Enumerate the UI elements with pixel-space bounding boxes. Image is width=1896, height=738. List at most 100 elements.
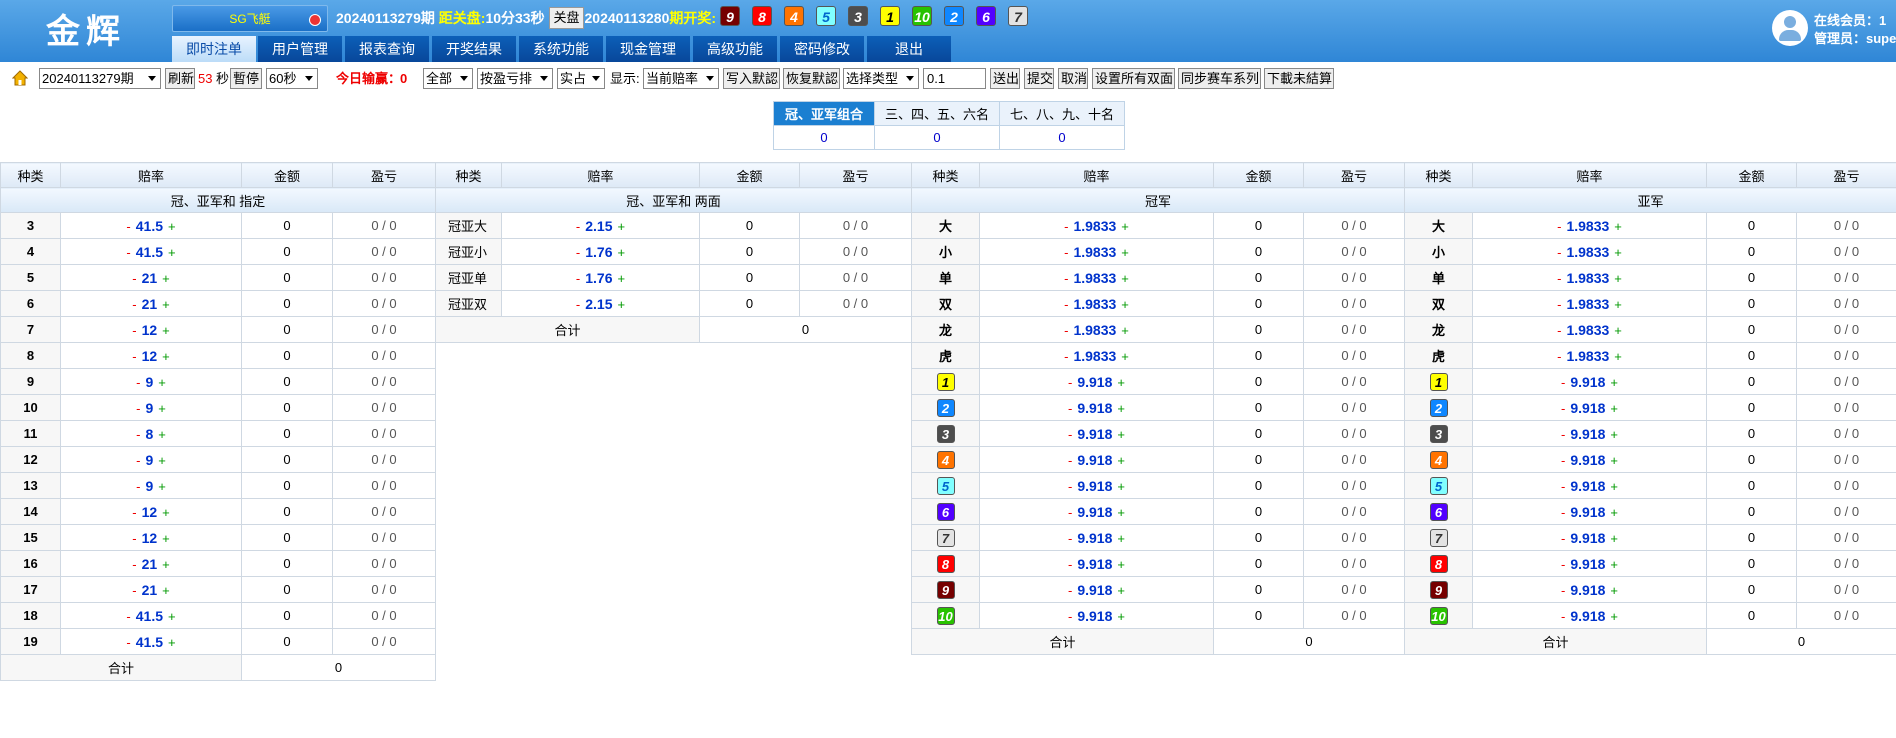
period-select[interactable]: 20240113279期 xyxy=(39,68,161,89)
increase-odds-button[interactable]: + xyxy=(168,635,176,650)
odds-value[interactable]: 9.918 xyxy=(1570,530,1605,546)
tab-logout[interactable]: 退出 xyxy=(867,36,951,62)
odds-value[interactable]: 9.918 xyxy=(1077,400,1112,416)
odds-value[interactable]: 9.918 xyxy=(1570,452,1605,468)
odds-value[interactable]: 9.918 xyxy=(1570,374,1605,390)
odds-value[interactable]: 21 xyxy=(142,582,158,598)
tab-draw-results[interactable]: 开奖结果 xyxy=(432,36,516,62)
decrease-odds-button[interactable]: - xyxy=(126,245,130,260)
decrease-odds-button[interactable]: - xyxy=(1561,583,1565,598)
set-all-two-sides-button[interactable]: 设置所有双面 xyxy=(1092,68,1175,89)
tab-cash[interactable]: 现金管理 xyxy=(606,36,690,62)
pause-button[interactable]: 暫停 xyxy=(230,68,262,89)
sort-select[interactable]: 按盈亏排 xyxy=(477,68,553,89)
odds-value[interactable]: 9.918 xyxy=(1077,530,1112,546)
increase-odds-button[interactable]: + xyxy=(168,219,176,234)
odds-value[interactable]: 1.9833 xyxy=(1566,270,1609,286)
increase-odds-button[interactable]: + xyxy=(1121,271,1129,286)
odds-value[interactable]: 9.918 xyxy=(1570,582,1605,598)
increase-odds-button[interactable]: + xyxy=(1117,557,1125,572)
odds-value[interactable]: 1.9833 xyxy=(1073,322,1116,338)
increase-odds-button[interactable]: + xyxy=(168,609,176,624)
odds-value[interactable]: 9 xyxy=(145,400,153,416)
odds-value[interactable]: 1.9833 xyxy=(1073,244,1116,260)
odds-value[interactable]: 41.5 xyxy=(136,218,163,234)
odds-value[interactable]: 1.9833 xyxy=(1073,270,1116,286)
odds-value[interactable]: 1.9833 xyxy=(1566,296,1609,312)
decrease-odds-button[interactable]: - xyxy=(1064,245,1068,260)
send-button[interactable]: 送出 xyxy=(990,68,1020,89)
decrease-odds-button[interactable]: - xyxy=(576,219,580,234)
odds-value[interactable]: 9.918 xyxy=(1570,608,1605,624)
interval-select[interactable]: 60秒 xyxy=(266,68,318,89)
decrease-odds-button[interactable]: - xyxy=(1064,219,1068,234)
decrease-odds-button[interactable]: - xyxy=(1068,557,1072,572)
increase-odds-button[interactable]: + xyxy=(1121,245,1129,260)
increase-odds-button[interactable]: + xyxy=(1117,609,1125,624)
write-default-button[interactable]: 写入默認 xyxy=(723,68,780,89)
odds-value[interactable]: 9.918 xyxy=(1077,426,1112,442)
odds-value[interactable]: 9.918 xyxy=(1077,504,1112,520)
odds-value[interactable]: 2.15 xyxy=(585,296,612,312)
decrease-odds-button[interactable]: - xyxy=(1068,505,1072,520)
increase-odds-button[interactable]: + xyxy=(162,323,170,338)
odds-value[interactable]: 9.918 xyxy=(1570,478,1605,494)
odds-value[interactable]: 9.918 xyxy=(1077,608,1112,624)
odds-value[interactable]: 1.9833 xyxy=(1566,244,1609,260)
odds-value[interactable]: 41.5 xyxy=(136,608,163,624)
increase-odds-button[interactable]: + xyxy=(1614,323,1622,338)
odds-value[interactable]: 41.5 xyxy=(136,634,163,650)
decrease-odds-button[interactable]: - xyxy=(1068,453,1072,468)
increase-odds-button[interactable]: + xyxy=(1610,375,1618,390)
decrease-odds-button[interactable]: - xyxy=(1561,531,1565,546)
odds-value[interactable]: 21 xyxy=(142,556,158,572)
decrease-odds-button[interactable]: - xyxy=(132,297,136,312)
decrease-odds-button[interactable]: - xyxy=(136,401,140,416)
increase-odds-button[interactable]: + xyxy=(1610,557,1618,572)
odds-value[interactable]: 12 xyxy=(142,530,158,546)
odds-value[interactable]: 1.9833 xyxy=(1073,218,1116,234)
odds-value[interactable]: 41.5 xyxy=(136,244,163,260)
increase-odds-button[interactable]: + xyxy=(1614,271,1622,286)
type-select[interactable]: 选择类型 xyxy=(843,68,919,89)
increase-odds-button[interactable]: + xyxy=(1117,427,1125,442)
decrease-odds-button[interactable]: - xyxy=(576,297,580,312)
increase-odds-button[interactable]: + xyxy=(162,271,170,286)
decrease-odds-button[interactable]: - xyxy=(576,245,580,260)
odds-value[interactable]: 12 xyxy=(142,348,158,364)
tab-seventh-to-tenth[interactable]: 七、八、九、十名 xyxy=(999,101,1125,126)
increase-odds-button[interactable]: + xyxy=(618,245,626,260)
increase-odds-button[interactable]: + xyxy=(162,349,170,364)
sync-racing-button[interactable]: 同步赛车系列 xyxy=(1178,68,1261,89)
decrease-odds-button[interactable]: - xyxy=(1064,271,1068,286)
share-select[interactable]: 实占 xyxy=(557,68,605,89)
decrease-odds-button[interactable]: - xyxy=(132,505,136,520)
increase-odds-button[interactable]: + xyxy=(1610,479,1618,494)
increase-odds-button[interactable]: + xyxy=(158,375,166,390)
decrease-odds-button[interactable]: - xyxy=(1561,609,1565,624)
odds-value[interactable]: 9.918 xyxy=(1077,452,1112,468)
decrease-odds-button[interactable]: - xyxy=(132,271,136,286)
decrease-odds-button[interactable]: - xyxy=(1561,375,1565,390)
increase-odds-button[interactable]: + xyxy=(1610,609,1618,624)
decrease-odds-button[interactable]: - xyxy=(1557,245,1561,260)
odds-value[interactable]: 12 xyxy=(142,322,158,338)
decrease-odds-button[interactable]: - xyxy=(136,427,140,442)
increase-odds-button[interactable]: + xyxy=(1117,583,1125,598)
increase-odds-button[interactable]: + xyxy=(1614,349,1622,364)
increase-odds-button[interactable]: + xyxy=(158,427,166,442)
odds-value[interactable]: 8 xyxy=(145,426,153,442)
increase-odds-button[interactable]: + xyxy=(1121,323,1129,338)
increase-odds-button[interactable]: + xyxy=(618,219,626,234)
increase-odds-button[interactable]: + xyxy=(1121,219,1129,234)
decrease-odds-button[interactable]: - xyxy=(1064,297,1068,312)
odds-value[interactable]: 9 xyxy=(145,478,153,494)
increase-odds-button[interactable]: + xyxy=(1610,401,1618,416)
tab-password[interactable]: 密码修改 xyxy=(780,36,864,62)
increase-odds-button[interactable]: + xyxy=(1610,505,1618,520)
home-icon[interactable] xyxy=(12,70,28,86)
odds-value[interactable]: 1.9833 xyxy=(1073,348,1116,364)
odds-value[interactable]: 21 xyxy=(142,270,158,286)
increase-odds-button[interactable]: + xyxy=(158,479,166,494)
decrease-odds-button[interactable]: - xyxy=(1068,583,1072,598)
